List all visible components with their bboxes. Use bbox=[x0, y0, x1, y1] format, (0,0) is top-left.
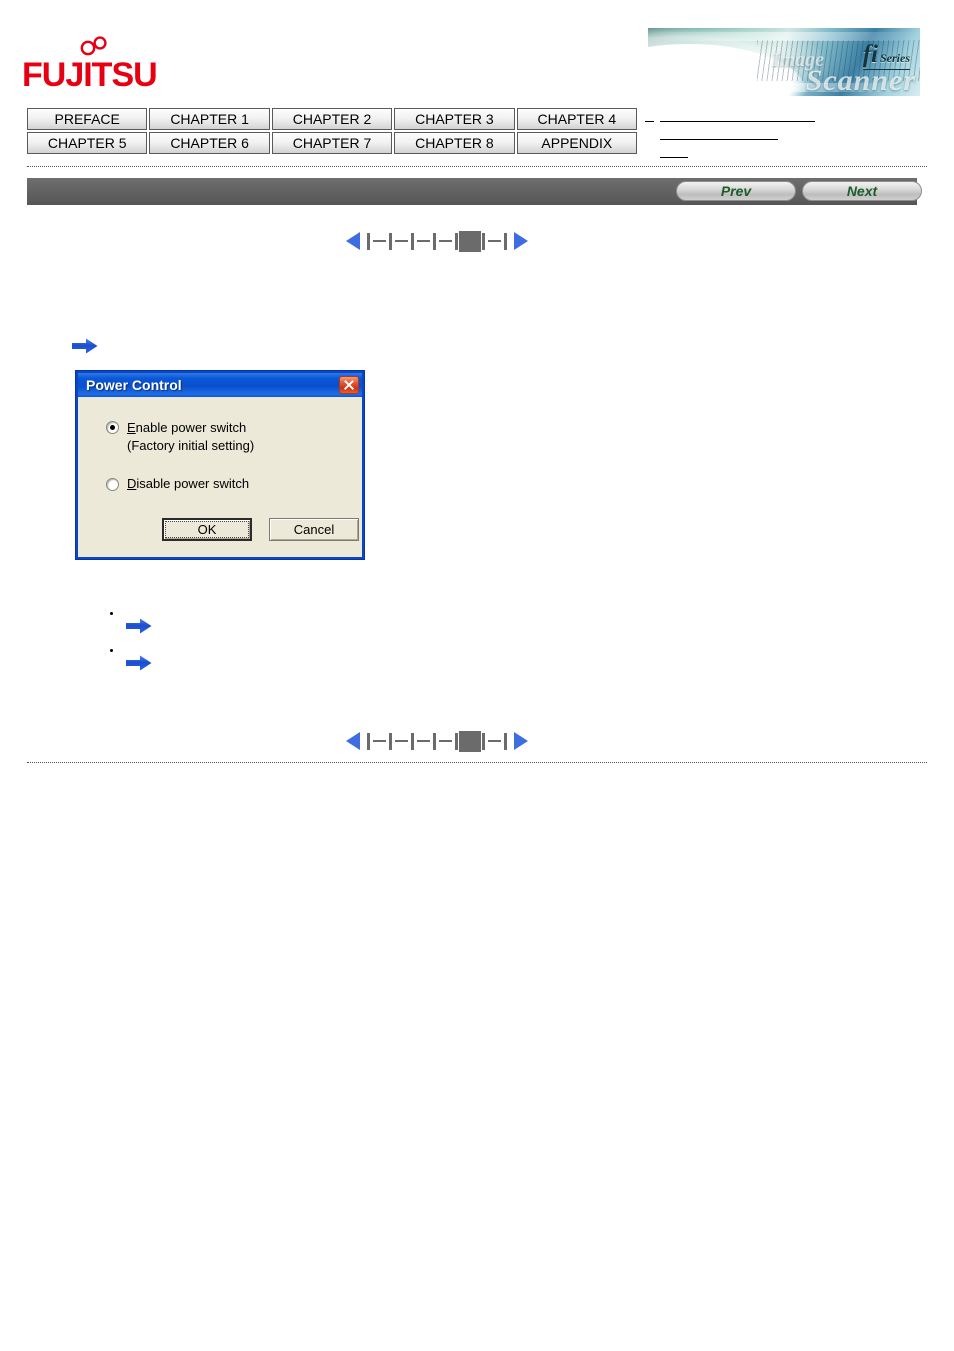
divider-bottom bbox=[27, 762, 927, 764]
triangle-left-icon[interactable] bbox=[346, 232, 360, 250]
page-tick[interactable] bbox=[433, 232, 436, 250]
radio-group-spacer bbox=[106, 459, 362, 476]
dialog-titlebar[interactable]: Power Control bbox=[78, 373, 362, 397]
page-tick-dash bbox=[373, 740, 386, 742]
page-tick[interactable] bbox=[504, 232, 507, 250]
breadcrumb-leader-dash bbox=[645, 121, 654, 122]
cancel-button[interactable]: Cancel bbox=[269, 518, 359, 541]
bullet-dot-icon bbox=[110, 612, 113, 615]
intro-arrow bbox=[72, 338, 98, 359]
radio-enable-text-group: Enable power switch (Factory initial set… bbox=[127, 419, 254, 455]
fi-series-logo: fi Series bbox=[862, 41, 910, 70]
page-indicator-bottom bbox=[346, 730, 528, 752]
dialog-button-row: OK Cancel bbox=[162, 518, 359, 541]
fi-logo-product: fi bbox=[862, 41, 878, 68]
tab-chapter-8[interactable]: CHAPTER 8 bbox=[394, 132, 515, 154]
blue-arrow-icon bbox=[72, 338, 98, 354]
prev-button[interactable]: Prev bbox=[676, 181, 796, 201]
blue-arrow-icon bbox=[126, 655, 152, 671]
page-tick-dash bbox=[395, 740, 408, 742]
breadcrumb-line-2 bbox=[660, 139, 778, 140]
page-tick-dash bbox=[395, 240, 408, 242]
power-control-dialog[interactable]: Power Control Enable power switch (Facto… bbox=[75, 370, 365, 560]
bullet-dot-icon bbox=[110, 649, 113, 652]
radio-sublabel-enable: (Factory initial setting) bbox=[127, 438, 255, 453]
dialog-title: Power Control bbox=[86, 377, 182, 393]
next-button[interactable]: Next bbox=[802, 181, 922, 201]
bullet-arrow-2 bbox=[126, 655, 408, 676]
fi-logo-underline bbox=[862, 69, 910, 70]
tab-appendix[interactable]: APPENDIX bbox=[516, 132, 638, 154]
bullet-list bbox=[108, 612, 408, 686]
chapter-navigation: PREFACE CHAPTER 1 CHAPTER 2 CHAPTER 3 CH… bbox=[27, 108, 638, 156]
fujitsu-infinity-mark bbox=[80, 36, 107, 56]
navigation-toolbar: Prev Next bbox=[27, 178, 922, 205]
page-tick[interactable] bbox=[455, 732, 458, 750]
page-tick-dash bbox=[417, 740, 430, 742]
page-tick-dash bbox=[439, 740, 452, 742]
radio-option-disable-power-switch[interactable]: Disable power switch bbox=[106, 476, 362, 491]
page-tick[interactable] bbox=[455, 232, 458, 250]
close-icon[interactable] bbox=[339, 376, 359, 394]
tab-chapter-5[interactable]: CHAPTER 5 bbox=[27, 132, 148, 154]
page-tick[interactable] bbox=[433, 732, 436, 750]
ok-button-label: OK bbox=[165, 521, 249, 538]
radio-indicator-enable[interactable] bbox=[106, 421, 119, 434]
triangle-left-icon[interactable] bbox=[346, 732, 360, 750]
dialog-body: Enable power switch (Factory initial set… bbox=[78, 397, 362, 557]
fujitsu-wordmark: FUJITSU bbox=[22, 56, 158, 94]
list-item bbox=[108, 649, 408, 676]
tab-chapter-7[interactable]: CHAPTER 7 bbox=[271, 132, 393, 154]
page-tick[interactable] bbox=[482, 232, 485, 250]
page-tick-dash bbox=[373, 240, 386, 242]
radio-option-enable-power-switch[interactable]: Enable power switch (Factory initial set… bbox=[106, 419, 362, 455]
divider-top bbox=[27, 166, 927, 168]
radio-label-disable: Disable power switch bbox=[127, 476, 250, 491]
page-tick[interactable] bbox=[411, 732, 414, 750]
page-tick[interactable] bbox=[482, 732, 485, 750]
page-tick[interactable] bbox=[411, 232, 414, 250]
page-tick-current bbox=[459, 730, 481, 752]
fujitsu-logo: FUJITSU bbox=[22, 36, 252, 96]
radio-indicator-disable[interactable] bbox=[106, 478, 119, 491]
fi-series-banner: Image Scanner fi Series bbox=[648, 28, 920, 96]
chapter-tab-row-1: PREFACE CHAPTER 1 CHAPTER 2 CHAPTER 3 CH… bbox=[27, 108, 638, 130]
tab-chapter-4[interactable]: CHAPTER 4 bbox=[516, 108, 638, 130]
triangle-right-icon[interactable] bbox=[514, 232, 528, 250]
page-tick[interactable] bbox=[367, 732, 370, 750]
blue-arrow-icon bbox=[126, 618, 152, 634]
page-tick[interactable] bbox=[389, 732, 392, 750]
banner-highlight-band-top bbox=[648, 32, 920, 41]
page-indicator-top bbox=[346, 230, 528, 252]
ok-button[interactable]: OK bbox=[162, 518, 252, 541]
triangle-right-icon[interactable] bbox=[514, 732, 528, 750]
page-tick[interactable] bbox=[389, 232, 392, 250]
page-tick-dash bbox=[488, 740, 501, 742]
list-item bbox=[108, 612, 408, 639]
page-tick-current bbox=[459, 230, 481, 252]
chapter-tab-row-2: CHAPTER 5 CHAPTER 6 CHAPTER 7 CHAPTER 8 … bbox=[27, 132, 638, 154]
tab-chapter-1[interactable]: CHAPTER 1 bbox=[149, 108, 270, 130]
page-tick[interactable] bbox=[367, 232, 370, 250]
tab-preface[interactable]: PREFACE bbox=[27, 108, 148, 130]
bullet-arrow-1 bbox=[126, 618, 408, 639]
page-tick[interactable] bbox=[504, 732, 507, 750]
page-tick-dash bbox=[417, 240, 430, 242]
breadcrumb bbox=[645, 110, 925, 158]
fi-logo-series: Series bbox=[880, 51, 910, 65]
tab-chapter-2[interactable]: CHAPTER 2 bbox=[271, 108, 393, 130]
tab-chapter-6[interactable]: CHAPTER 6 bbox=[149, 132, 270, 154]
page-tick-dash bbox=[488, 240, 501, 242]
tab-chapter-3[interactable]: CHAPTER 3 bbox=[394, 108, 515, 130]
breadcrumb-line-1 bbox=[660, 121, 815, 122]
page-tick-dash bbox=[439, 240, 452, 242]
radio-label-enable: Enable power switch bbox=[127, 420, 247, 435]
breadcrumb-line-3 bbox=[660, 157, 688, 158]
